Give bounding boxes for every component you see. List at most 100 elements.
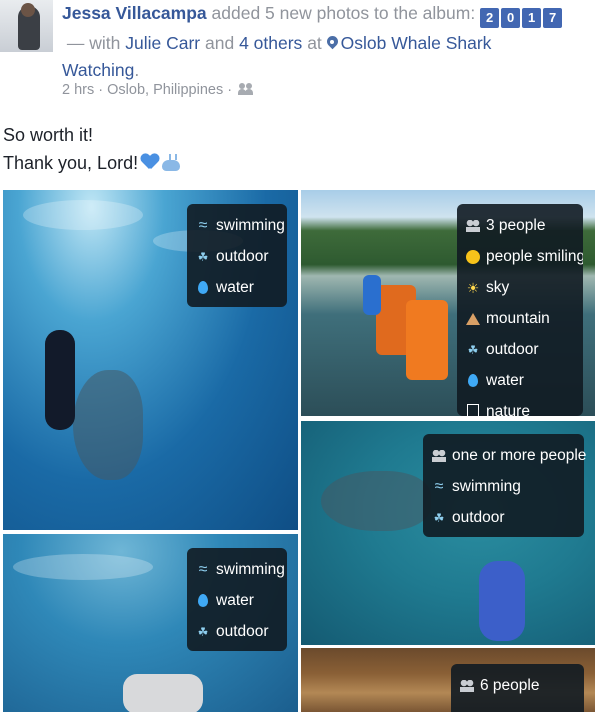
people-icon — [431, 448, 447, 464]
tag-label: swimming — [216, 560, 285, 578]
light-ripple — [13, 554, 153, 580]
photo-1[interactable]: swimming outdoor water — [3, 190, 298, 530]
photo-tags-overlay: swimming water outdoor — [187, 548, 287, 651]
photo-tag: outdoor — [457, 334, 583, 365]
album-tile: 2 — [480, 8, 500, 28]
friends-icon[interactable] — [238, 83, 254, 95]
photo-tag: outdoor — [423, 502, 584, 533]
status-line-1: So worth it! — [3, 125, 94, 145]
person-figure — [363, 275, 381, 315]
tag-label: water — [216, 278, 254, 296]
diver-figure — [45, 330, 75, 430]
tag-label: one or more people — [452, 446, 587, 464]
outdoor-icon — [195, 249, 211, 265]
water-icon — [195, 280, 211, 296]
photo-tags-overlay: swimming outdoor water — [187, 204, 287, 307]
author-avatar[interactable] — [0, 0, 53, 52]
water-icon — [195, 593, 211, 609]
light-ripple — [23, 200, 143, 230]
location-pin-icon — [327, 36, 338, 50]
photo-4[interactable]: swimming water outdoor — [3, 534, 298, 712]
swimmer-figure — [479, 561, 525, 641]
status-line-2: Thank you, Lord! — [3, 153, 139, 173]
status-text: So worth it! Thank you, Lord! — [3, 121, 181, 177]
photo-tag: nature — [457, 396, 583, 417]
others-link[interactable]: 4 others — [239, 33, 302, 53]
and-text: and — [205, 33, 235, 53]
timestamp-link[interactable]: 2 hrs — [62, 82, 94, 98]
action-text: added 5 new photos to the album: — [211, 3, 476, 23]
meta-separator: · — [227, 82, 233, 98]
avatar-head — [21, 3, 35, 17]
tag-label: 3 people — [486, 216, 546, 234]
mountain-icon — [465, 311, 481, 327]
outdoor-icon — [431, 510, 447, 526]
photo-3[interactable]: one or more people swimming outdoor — [301, 421, 595, 645]
photo-tag: one or more people — [423, 440, 587, 471]
photo-2[interactable]: 3 people people smiling sky mountain out… — [301, 190, 595, 416]
water-icon — [465, 373, 481, 389]
photo-tag: water — [187, 585, 287, 616]
tag-label: sky — [486, 278, 510, 296]
sky-icon — [465, 280, 481, 296]
tag-label: swimming — [452, 477, 521, 495]
photo-tag: outdoor — [187, 241, 287, 272]
photo-tag: 3 people — [457, 210, 583, 241]
swimming-icon — [195, 562, 211, 578]
with-text: — with — [66, 33, 121, 53]
whale-icon — [161, 154, 181, 172]
photo-5[interactable]: 6 people — [301, 648, 595, 712]
outdoor-icon — [195, 624, 211, 640]
photo-tag: outdoor — [187, 616, 287, 647]
tag-label: water — [216, 591, 254, 609]
period: . — [134, 60, 140, 80]
whale-shark-figure — [321, 471, 431, 531]
tagged-person-link[interactable]: Julie Carr — [125, 33, 200, 53]
tag-label: nature — [486, 402, 530, 417]
post-header: Jessa Villacampa added 5 new photos to t… — [62, 0, 592, 84]
photo-tags-overlay: one or more people swimming outdoor — [423, 434, 587, 537]
photo-tag: sky — [457, 272, 583, 303]
tag-label: mountain — [486, 309, 550, 327]
album-tile: 0 — [501, 8, 521, 28]
whale-shark-figure — [73, 370, 143, 480]
swimming-icon — [431, 479, 447, 495]
photo-tags-overlay: 6 people — [451, 664, 584, 712]
photo-tag: swimming — [187, 210, 287, 241]
album-tile: 7 — [543, 8, 563, 28]
place-link-line2[interactable]: Watching — [62, 60, 134, 80]
photo-tag: 6 people — [451, 670, 584, 701]
tag-label: water — [486, 371, 524, 389]
person-figure — [406, 300, 448, 380]
photo-tag: swimming — [187, 554, 287, 585]
tag-label: outdoor — [452, 508, 505, 526]
place-name: Oslob Whale Shark — [340, 33, 492, 53]
tag-label: 6 people — [480, 676, 540, 694]
photo-tag: swimming — [423, 471, 584, 502]
blue-heart-icon — [141, 154, 159, 171]
album-name-link[interactable]: 2017 — [480, 3, 564, 30]
post-meta: 2 hrs · Oslob, Philippines · — [62, 82, 254, 98]
tag-label: outdoor — [216, 247, 269, 265]
diver-figure — [123, 674, 203, 712]
at-text: at — [307, 33, 322, 53]
people-icon — [459, 678, 475, 694]
photo-tag: water — [457, 365, 583, 396]
tag-label: outdoor — [486, 340, 539, 358]
album-tile: 1 — [522, 8, 542, 28]
tag-label: outdoor — [216, 622, 269, 640]
photo-tag: people smiling — [457, 241, 583, 272]
author-name-link[interactable]: Jessa Villacampa — [62, 3, 207, 23]
tag-label: swimming — [216, 216, 285, 234]
tag-label: people smiling — [486, 247, 583, 265]
photo-tags-overlay: 3 people people smiling sky mountain out… — [457, 204, 583, 416]
meta-separator: · — [98, 82, 104, 98]
smiling-icon — [465, 249, 481, 265]
swimming-icon — [195, 218, 211, 234]
place-link[interactable]: Oslob Whale Shark — [327, 33, 492, 53]
photo-tag: mountain — [457, 303, 583, 334]
outdoor-icon — [465, 342, 481, 358]
photo-tag: water — [187, 272, 287, 303]
people-icon — [465, 218, 481, 234]
location-link[interactable]: Oslob, Philippines — [107, 82, 223, 98]
